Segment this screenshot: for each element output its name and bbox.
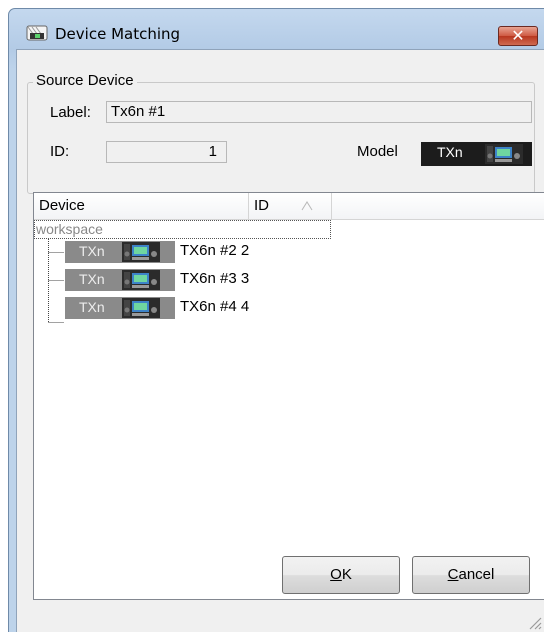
device-name-and-id: TX6n #2 2	[180, 242, 249, 259]
amplifier-device-icon	[122, 298, 160, 318]
device-model: TXn	[79, 299, 105, 315]
list-header: Device ID	[34, 193, 544, 220]
device-list[interactable]: Device ID workspace TXn TX6n #2 2 TXn TX…	[33, 192, 544, 600]
cancel-accelerator: C	[447, 566, 459, 583]
source-device-group-title: Source Device	[33, 72, 137, 89]
cancel-button[interactable]: Cancel	[412, 556, 530, 594]
ok-label-rest: K	[341, 566, 352, 583]
amplifier-device-icon	[122, 270, 160, 290]
model-badge: TXn	[421, 142, 532, 166]
resize-grip-icon[interactable]	[526, 614, 542, 630]
id-caption: ID:	[50, 143, 70, 160]
device-id: 2	[240, 242, 250, 259]
label-field: Tx6n #1	[106, 101, 532, 123]
ok-button[interactable]: OK	[282, 556, 400, 594]
device-id: 4	[240, 298, 250, 315]
sort-ascending-icon	[301, 201, 313, 211]
device-model: TXn	[79, 243, 105, 259]
column-header-id-label: ID	[254, 197, 269, 214]
window-title: Device Matching	[55, 25, 181, 43]
device-id: 3	[240, 270, 250, 287]
device-model-badge: TXn	[65, 269, 175, 291]
ok-accelerator: O	[330, 566, 342, 583]
device-name: TX6n #3	[180, 270, 237, 287]
column-header-id[interactable]: ID	[249, 193, 332, 219]
device-name-and-id: TX6n #4 4	[180, 298, 249, 315]
amplifier-device-icon	[485, 144, 523, 164]
device-name-and-id: TX6n #3 3	[180, 270, 249, 287]
device-name: TX6n #4	[180, 298, 237, 315]
dialog-client-area: Source Device Label: Tx6n #1 ID: 1 Model…	[16, 49, 544, 632]
title-bar[interactable]: Device Matching ✕	[9, 9, 544, 49]
device-model: TXn	[79, 271, 105, 287]
device-name: TX6n #2	[180, 242, 237, 259]
cancel-label-rest: ancel	[458, 566, 495, 583]
tree-root-workspace[interactable]: workspace	[34, 220, 331, 239]
model-caption: Model	[357, 143, 398, 160]
id-field: 1	[106, 141, 227, 163]
close-icon: ✕	[511, 26, 525, 45]
model-name: TXn	[437, 144, 463, 160]
label-caption: Label:	[50, 104, 91, 121]
device-matching-app-icon	[26, 25, 48, 41]
source-device-group	[27, 82, 535, 194]
amplifier-device-icon	[122, 242, 160, 262]
device-model-badge: TXn	[65, 241, 175, 263]
device-model-badge: TXn	[65, 297, 175, 319]
device-matching-window: Device Matching ✕ Source Device Label: T…	[8, 8, 544, 632]
close-button[interactable]: ✕	[498, 26, 538, 46]
